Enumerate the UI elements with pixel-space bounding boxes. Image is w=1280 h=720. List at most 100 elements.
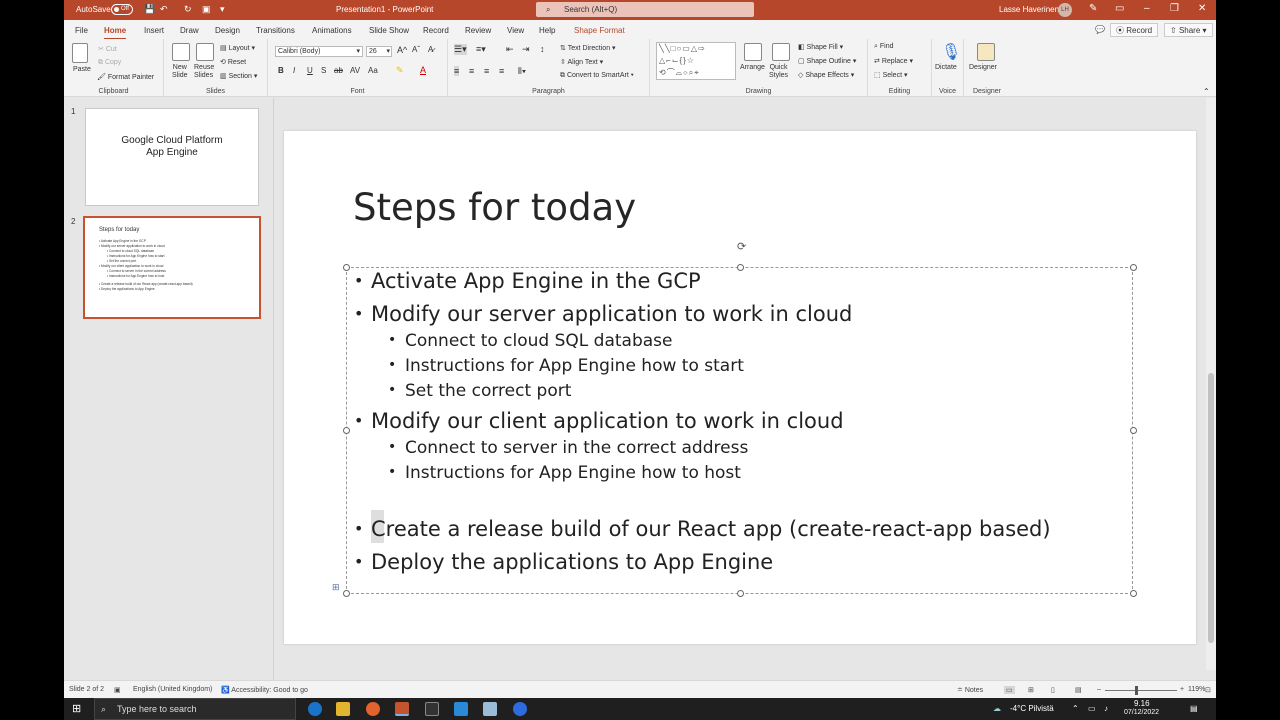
vertical-scrollbar[interactable] [1206,98,1216,670]
vscode-icon[interactable] [454,702,468,716]
format-painter-button[interactable]: 🖌 Format Painter [97,73,154,81]
firefox-icon[interactable] [366,702,380,716]
tab-record[interactable]: Record [423,26,449,35]
bullet-subitem[interactable]: Set the correct port [388,381,571,401]
designer-icon[interactable] [977,43,995,61]
shapes-gallery[interactable]: ╲╲□○▭△⇨ △⌐⌙{}☆ ⟲⌒⌓⌔⌕⌖ [656,42,736,80]
bullet-subitem[interactable]: Connect to server in the correct address [388,438,748,458]
windows-start-icon[interactable]: ⊞ [72,702,81,715]
underline-button[interactable]: U [307,66,313,75]
tray-chevron-icon[interactable]: ⌃ [1072,704,1079,713]
bullet-item[interactable]: Activate App Engine in the GCP [354,269,701,293]
network-icon[interactable]: ▭ [1088,704,1096,713]
resize-handle[interactable] [343,427,350,434]
slide-thumbnail-2[interactable]: Steps for today • Activate App Engine in… [83,216,261,319]
zoom-level[interactable]: 119% [1188,686,1205,693]
line-spacing-icon[interactable]: ↕ [540,44,545,54]
slide-show-icon[interactable]: ▤ [1075,686,1082,694]
tab-review[interactable]: Review [465,26,491,35]
redo-icon[interactable]: ↻ [184,4,192,15]
font-color-icon[interactable]: A [420,65,426,75]
avatar[interactable]: LH [1058,3,1072,17]
fit-slide-icon[interactable]: ⊡ [1205,686,1211,694]
clock-time[interactable]: 9.16 [1134,699,1150,708]
new-slide-button[interactable]: New Slide [172,64,188,80]
convert-smartart-button[interactable]: ⧉ Convert to SmartArt ▾ [560,72,634,80]
quick-styles-icon[interactable] [772,43,790,61]
terminal-icon[interactable] [425,702,439,716]
slide[interactable]: Steps for today ⟳ ⊞ Activate App Engine … [284,131,1196,644]
ribbon-display-icon[interactable]: ▭ [1115,3,1124,14]
justify-icon[interactable]: ≡ [499,66,504,76]
autofit-options-icon[interactable]: ⊞ [332,582,340,593]
taskbar-search-input[interactable]: ⌕ Type here to search [94,698,296,720]
zoom-in-icon[interactable]: + [1180,686,1184,693]
reading-view-icon[interactable]: ▯ [1051,686,1055,694]
language-status[interactable]: English (United Kingdom) [133,686,212,693]
scrollbar-thumb[interactable] [1208,373,1214,643]
zoom-out-icon[interactable]: – [1097,686,1101,693]
resize-handle[interactable] [343,264,350,271]
numbering-icon[interactable]: ≡▾ [476,44,486,55]
tab-slide-show[interactable]: Slide Show [369,26,409,35]
tab-transitions[interactable]: Transitions [256,26,295,35]
bullet-item[interactable]: Modify our client application to work in… [354,409,844,433]
minimize-icon[interactable]: – [1144,3,1150,14]
shadow-button[interactable]: S [321,66,326,75]
paste-button[interactable]: Paste [73,66,91,73]
clear-formatting-icon[interactable]: A̷ [428,45,433,54]
align-text-button[interactable]: ⇳ Align Text ▾ [560,58,603,66]
snipping-tool-icon[interactable] [483,702,497,716]
font-size-select[interactable]: 26 ▾ [366,46,392,57]
increase-indent-icon[interactable]: ⇥ [522,44,530,55]
search-input[interactable]: ⌕ Search (Alt+Q) [536,2,754,17]
highlight-icon[interactable]: ✎ [396,65,404,76]
layout-button[interactable]: ▤ Layout ▾ [220,44,255,52]
increase-font-icon[interactable]: A^ [397,45,407,55]
autosave-toggle[interactable]: Off [111,4,133,15]
tab-draw[interactable]: Draw [180,26,199,35]
collapse-ribbon-icon[interactable]: ⌃ [1203,87,1210,96]
comments-icon[interactable]: 💬 [1090,23,1110,37]
new-slide-icon[interactable] [172,43,190,61]
tab-insert[interactable]: Insert [144,26,164,35]
cut-button[interactable]: ✂ Cut [98,45,117,53]
reuse-slides-icon[interactable] [196,43,214,61]
restore-icon[interactable]: ❐ [1170,3,1179,14]
align-left-icon[interactable]: ≡ [454,66,460,76]
bullet-subitem[interactable]: Instructions for App Engine how to host [388,463,741,483]
resize-handle[interactable] [737,264,744,271]
tab-home[interactable]: Home [104,26,127,40]
align-center-icon[interactable]: ≡ [469,66,474,76]
text-direction-button[interactable]: ⇅ Text Direction ▾ [560,44,616,52]
customize-toolbar-icon[interactable]: ▾ [220,4,225,15]
dictate-button[interactable]: Dictate [935,64,957,71]
bullet-item[interactable]: Deploy the applications to App Engine [354,550,773,574]
shape-outline-button[interactable]: ▢ Shape Outline ▾ [798,57,856,65]
select-button[interactable]: ⬚ Select ▾ [874,71,908,79]
undo-icon[interactable]: ↶ [160,4,168,15]
content-placeholder[interactable]: ⟳ ⊞ Activate App Engine in the GCP Modif… [332,241,1137,597]
zoom-slider[interactable] [1105,690,1177,691]
bullet-subitem[interactable]: Connect to cloud SQL database [388,331,672,351]
pen-icon[interactable]: ✎ [1089,3,1097,14]
weather-icon[interactable]: ☁ [993,704,1001,713]
spelling-icon[interactable]: ▣ [114,686,121,694]
decrease-indent-icon[interactable]: ⇤ [506,44,514,55]
microphone-icon[interactable]: 🎙 [941,42,961,62]
tab-animations[interactable]: Animations [312,26,352,35]
tab-design[interactable]: Design [215,26,240,35]
tab-view[interactable]: View [507,26,524,35]
user-name[interactable]: Lasse Haverinen [999,5,1059,14]
notes-button[interactable]: ≐ Notes [957,686,983,694]
slide-thumbnail-1[interactable]: Google Cloud Platform App Engine [85,108,259,206]
close-icon[interactable]: ✕ [1198,3,1206,14]
align-right-icon[interactable]: ≡ [484,66,489,76]
accessibility-status[interactable]: ♿ Accessibility: Good to go [221,686,308,694]
resize-handle[interactable] [1130,590,1137,597]
edge-icon[interactable] [308,702,322,716]
notifications-icon[interactable]: ▤ [1190,704,1198,713]
tab-file[interactable]: File [75,26,88,35]
resize-handle[interactable] [1130,427,1137,434]
normal-view-icon[interactable]: ▭ [1004,686,1015,694]
